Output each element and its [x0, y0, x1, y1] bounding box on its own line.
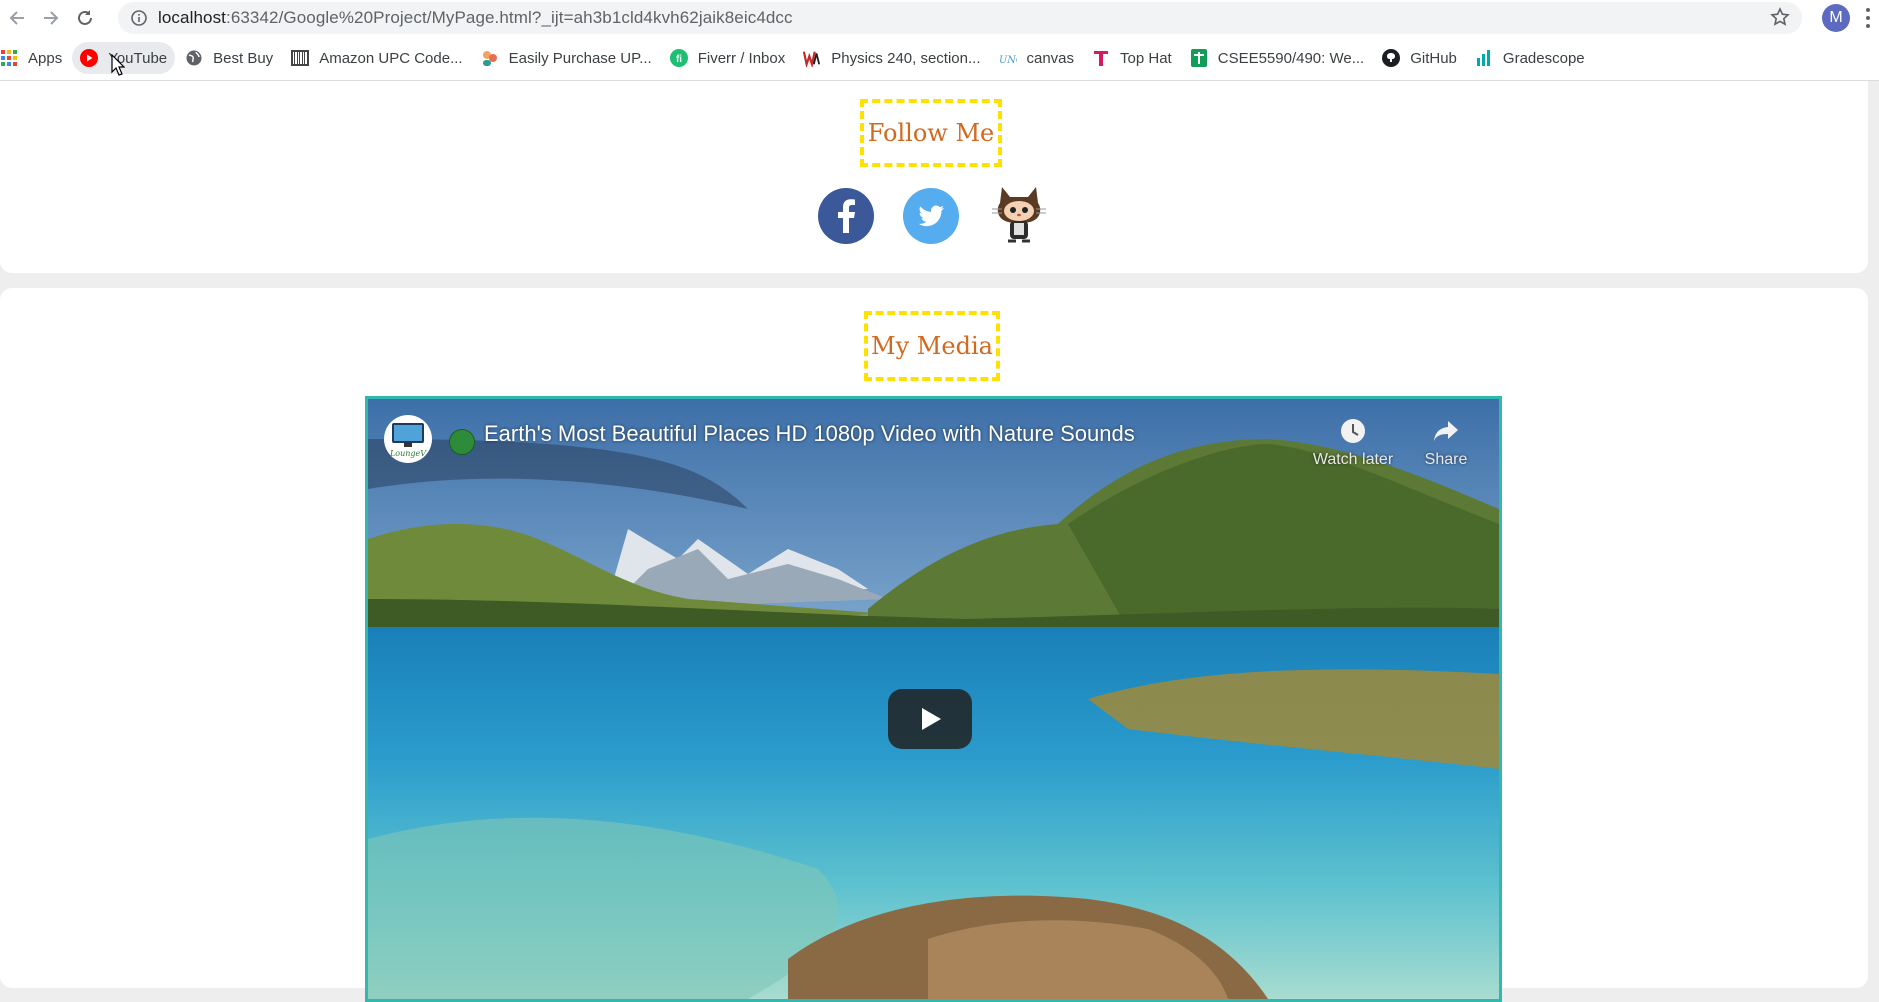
- site-info-icon[interactable]: [128, 7, 150, 29]
- bookmark-canvas[interactable]: UNC canvas: [991, 42, 1083, 74]
- share-label: Share: [1424, 451, 1468, 468]
- bookmark-physics[interactable]: Physics 240, section...: [795, 42, 988, 74]
- bookmark-label: Easily Purchase UP...: [508, 49, 652, 67]
- bookmark-apps[interactable]: Apps: [0, 42, 70, 74]
- watch-later-button[interactable]: Watch later: [1308, 417, 1398, 469]
- unc-icon: UNC: [999, 49, 1017, 67]
- forward-button[interactable]: [34, 1, 68, 35]
- people-icon: [481, 49, 499, 67]
- browser-toolbar: localhost:63342/Google%20Project/MyPage.…: [0, 0, 1879, 36]
- url-text: localhost:63342/Google%20Project/MyPage.…: [158, 8, 793, 28]
- bookmark-amazon-upc[interactable]: Amazon UPC Code...: [283, 42, 470, 74]
- facebook-link[interactable]: [818, 188, 874, 244]
- address-bar[interactable]: localhost:63342/Google%20Project/MyPage.…: [118, 2, 1802, 34]
- webassign-icon: [803, 49, 821, 67]
- profile-avatar[interactable]: M: [1822, 4, 1850, 32]
- video-title[interactable]: Earth's Most Beautiful Places HD 1080p V…: [484, 421, 1135, 447]
- mouse-cursor-icon: [111, 54, 125, 76]
- fiverr-icon: fi: [669, 49, 688, 67]
- github-icon: [1382, 49, 1401, 67]
- apps-grid-icon: [0, 49, 18, 67]
- bookmark-label: Top Hat: [1120, 49, 1172, 67]
- bookmark-easily-purchase[interactable]: Easily Purchase UP...: [473, 42, 660, 74]
- bookmark-top-hat[interactable]: Top Hat: [1084, 42, 1180, 74]
- bookmark-label: Gradescope: [1502, 49, 1585, 67]
- bookmark-label: canvas: [1026, 49, 1075, 67]
- svg-text:UNC: UNC: [999, 55, 1017, 66]
- url-host: localhost: [158, 8, 226, 27]
- tophat-icon: [1092, 49, 1110, 67]
- share-arrow-icon: [1434, 421, 1458, 441]
- play-button[interactable]: [888, 689, 972, 749]
- bookmark-label: Apps: [28, 49, 63, 67]
- forward-arrow-icon: [44, 11, 59, 25]
- sheets-icon: [1190, 49, 1208, 67]
- bookmark-gradescope[interactable]: Gradescope: [1467, 42, 1593, 74]
- bookmark-label: CSEE5590/490: We...: [1217, 49, 1365, 67]
- bookmark-label: Fiverr / Inbox: [697, 49, 786, 67]
- watch-later-label: Watch later: [1312, 451, 1394, 468]
- browser-menu-icon[interactable]: [1864, 6, 1872, 30]
- svg-text:fi: fi: [676, 54, 682, 65]
- youtube-video-embed[interactable]: LoungeV Earth's Most Beautiful Places HD…: [365, 396, 1502, 1002]
- globe-emoji-icon: [449, 429, 475, 455]
- bookmark-fiverr[interactable]: fi Fiverr / Inbox: [662, 42, 794, 74]
- bookmarks-bar: Apps YouTube Best Buy Amazon UPC Code...…: [0, 36, 1879, 81]
- channel-logo-text: LoungeV: [389, 449, 427, 458]
- facebook-icon: [838, 199, 855, 233]
- bookmark-label: Physics 240, section...: [831, 49, 981, 67]
- twitter-icon: [918, 205, 944, 227]
- reload-button[interactable]: [68, 1, 102, 35]
- share-button[interactable]: Share: [1401, 417, 1491, 469]
- clock-icon: [1341, 419, 1365, 443]
- gradescope-icon: [1475, 49, 1493, 67]
- reload-icon: [78, 10, 92, 25]
- barcode-icon: [291, 49, 310, 67]
- octocat-icon: [992, 187, 1046, 243]
- bookmark-label: Amazon UPC Code...: [319, 49, 463, 67]
- channel-logo[interactable]: LoungeV: [384, 415, 432, 463]
- back-arrow-icon: [9, 11, 24, 25]
- bookmark-github[interactable]: GitHub: [1374, 42, 1465, 74]
- github-link[interactable]: [988, 181, 1050, 249]
- bookmark-star-icon[interactable]: [1770, 7, 1790, 32]
- bookmark-csee[interactable]: CSEE5590/490: We...: [1182, 42, 1372, 74]
- bookmark-label: Best Buy: [213, 49, 274, 67]
- url-path: :63342/Google%20Project/MyPage.html?_ijt…: [226, 8, 793, 27]
- follow-me-heading: Follow Me: [860, 99, 1002, 167]
- my-media-heading: My Media: [864, 311, 1000, 381]
- twitter-link[interactable]: [903, 188, 959, 244]
- bookmark-label: GitHub: [1410, 49, 1457, 67]
- play-icon: [922, 708, 941, 730]
- youtube-icon: [80, 49, 99, 67]
- bookmark-best-buy[interactable]: Best Buy: [177, 42, 281, 74]
- back-button[interactable]: [0, 1, 34, 35]
- globe-icon: [185, 49, 203, 67]
